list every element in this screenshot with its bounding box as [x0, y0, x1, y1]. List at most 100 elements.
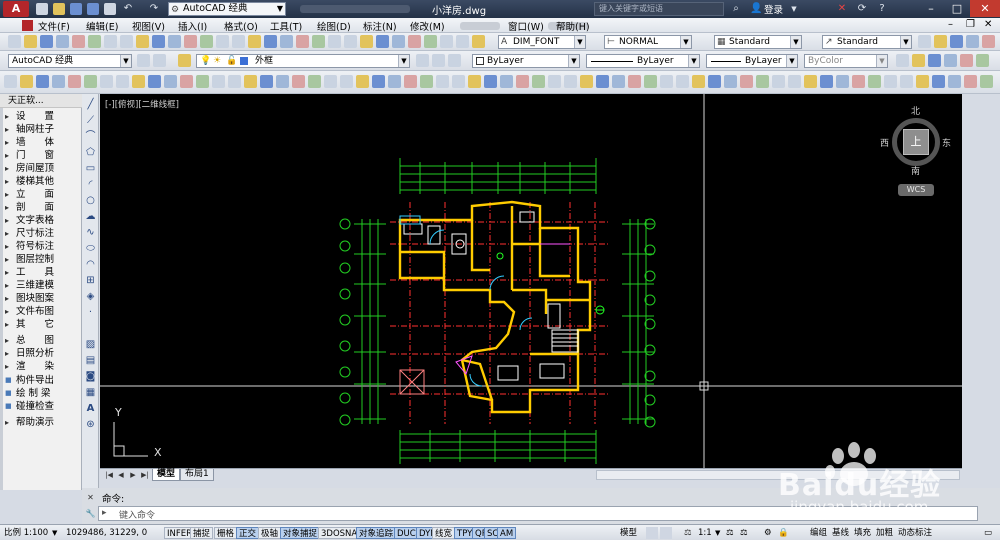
spline-icon[interactable]: ∿	[84, 226, 97, 239]
standard-tool-icon-27[interactable]	[440, 35, 453, 48]
palette-item-symbol-annotation[interactable]: 符号标注	[5, 240, 81, 253]
annotation-visibility-icon[interactable]: ⚖	[726, 527, 734, 539]
status-toggle-3[interactable]: 正交	[236, 527, 260, 539]
tangent-tool-icon-51[interactable]	[820, 75, 833, 88]
status-toggle-1[interactable]: 捕捉	[190, 527, 214, 539]
standard-tool-icon-7[interactable]	[120, 35, 133, 48]
text-style-select[interactable]: A DIM_FONT ▼	[498, 35, 586, 49]
workspace-select[interactable]: ⚙ AutoCAD 经典 ▼	[168, 2, 286, 16]
make-block-icon[interactable]: ◈	[84, 290, 97, 303]
layer-states-icon[interactable]	[448, 54, 461, 67]
dim-style-select[interactable]: ⊢ NORMAL ▼	[604, 35, 692, 49]
standard-tool-icon-14[interactable]	[232, 35, 245, 48]
palette-item-axis-columns[interactable]: 轴网柱子	[5, 123, 81, 136]
tangent-tool-icon-35[interactable]	[564, 75, 577, 88]
doc-restore-button[interactable]: ❐	[966, 19, 975, 30]
palette-item-text-table[interactable]: 文字表格	[5, 214, 81, 227]
add-selected-icon[interactable]: ⊛	[84, 418, 97, 431]
annotation-scale[interactable]: 1:1	[698, 527, 712, 539]
menu-format[interactable]: 格式(O)	[224, 19, 258, 33]
status-fill-button[interactable]: 填充	[854, 527, 871, 539]
menu-dimension[interactable]: 标注(N)	[363, 19, 397, 33]
palette-item-elevation[interactable]: 立 面	[5, 188, 81, 201]
palette-item-other[interactable]: 其 它	[5, 318, 81, 331]
new-icon[interactable]	[36, 3, 48, 15]
workspace-icon[interactable]	[153, 54, 166, 67]
status-toggle-4[interactable]: 极轴	[258, 527, 282, 539]
save-icon[interactable]	[70, 3, 82, 15]
viewcube-west[interactable]: 西	[880, 136, 889, 149]
palette-item-settings[interactable]: 设 置	[5, 110, 81, 123]
tangent-tool-icon-52[interactable]	[836, 75, 849, 88]
status-group-button[interactable]: 编组	[810, 527, 827, 539]
mtext-icon[interactable]: A	[84, 402, 97, 415]
minimize-button[interactable]: –	[918, 0, 944, 17]
tangent-tool-icon-26[interactable]	[420, 75, 433, 88]
standard-tool-icon-11[interactable]	[184, 35, 197, 48]
make-current-icon[interactable]	[416, 54, 429, 67]
menu-insert[interactable]: 插入(I)	[178, 19, 207, 33]
ellipse-icon[interactable]: ⬭	[84, 242, 97, 255]
revcloud-icon[interactable]: ☁	[84, 210, 97, 223]
tangent-tool-icon-11[interactable]	[180, 75, 193, 88]
tangent-tool-icon-38[interactable]	[612, 75, 625, 88]
palette-item-dimension[interactable]: 尺寸标注	[5, 227, 81, 240]
polyline-icon[interactable]: ⌒	[84, 130, 97, 143]
tangent-tool-icon-22[interactable]	[356, 75, 369, 88]
tangent-tool-icon-24[interactable]	[388, 75, 401, 88]
tangent-tool-icon-46[interactable]	[740, 75, 753, 88]
open-icon[interactable]	[53, 3, 65, 15]
table-style-select[interactable]: ▦ Standard ▼	[714, 35, 802, 49]
rectangle-icon[interactable]: ▭	[84, 162, 97, 175]
status-toggle-5[interactable]: 对象捕捉	[280, 527, 321, 539]
tangent-tool-icon-8[interactable]	[132, 75, 145, 88]
standard-tool-icon-5[interactable]	[88, 35, 101, 48]
standard-tool-icon-1[interactable]	[24, 35, 37, 48]
viewcube[interactable]: 上 北 南 西 东 WCS	[880, 107, 951, 198]
gradient-icon[interactable]: ▤	[84, 354, 97, 367]
arc-icon[interactable]: ◜	[84, 178, 97, 191]
close-icon[interactable]: ✕	[85, 492, 96, 503]
auto-scale-icon[interactable]: ⚖	[740, 527, 748, 539]
tangent-tool-icon-16[interactable]	[260, 75, 273, 88]
palette-item-render[interactable]: 渲 染	[5, 360, 81, 373]
standard-tool-icon-9[interactable]	[152, 35, 165, 48]
standard-tool-icon-24[interactable]	[392, 35, 405, 48]
palette-item-help-demo[interactable]: 帮助演示	[5, 416, 81, 429]
menu-help[interactable]: 帮助(H)	[556, 19, 590, 33]
standard-tool-icon-10[interactable]	[168, 35, 181, 48]
status-toggle-7[interactable]: 对象追踪	[356, 527, 397, 539]
undo-icon[interactable]: ↶	[122, 3, 134, 15]
tangent-tool-icon-61[interactable]	[980, 75, 993, 88]
tangent-tool-icon-32[interactable]	[516, 75, 529, 88]
tangent-tool-icon-31[interactable]	[500, 75, 513, 88]
tangent-tool-icon-5[interactable]	[84, 75, 97, 88]
prev-tab-button[interactable]: ◀	[116, 470, 126, 480]
chevron-down-icon[interactable]: ▼	[788, 3, 800, 15]
tangent-tool-icon-57[interactable]	[916, 75, 929, 88]
tangent-tool-icon-1[interactable]	[20, 75, 33, 88]
palette-item-wall[interactable]: 墙 体	[5, 136, 81, 149]
tangent-tool-icon-42[interactable]	[676, 75, 689, 88]
tangent-tool-icon-48[interactable]	[772, 75, 785, 88]
quickview-layout-icon[interactable]	[646, 527, 658, 539]
command-input[interactable]: ▸ 键入命令	[98, 506, 978, 521]
tangent-tool-icon-6[interactable]	[100, 75, 113, 88]
tangent-tool-icon-13[interactable]	[212, 75, 225, 88]
modify-tool-icon-3[interactable]	[944, 54, 957, 67]
tangent-tool-icon-29[interactable]	[468, 75, 481, 88]
binoculars-icon[interactable]: ⌕	[730, 3, 742, 15]
standard-tool-icon-22[interactable]	[360, 35, 373, 48]
viewcube-face[interactable]: 上	[903, 129, 929, 155]
tangent-tool-icon-43[interactable]	[692, 75, 705, 88]
standard-tool-icon-20[interactable]	[328, 35, 341, 48]
tangent-tool-icon-27[interactable]	[436, 75, 449, 88]
tangent-tool-icon-18[interactable]	[292, 75, 305, 88]
tangent-tool-icon-49[interactable]	[788, 75, 801, 88]
standard-tool-icon-29[interactable]	[472, 35, 485, 48]
layer-manager-icon[interactable]	[178, 54, 191, 67]
status-bold-button[interactable]: 加粗	[876, 527, 893, 539]
tangent-tool-icon-15[interactable]	[244, 75, 257, 88]
mleader-style-select[interactable]: ↗ Standard ▼	[822, 35, 912, 49]
tangent-tool-icon-17[interactable]	[276, 75, 289, 88]
